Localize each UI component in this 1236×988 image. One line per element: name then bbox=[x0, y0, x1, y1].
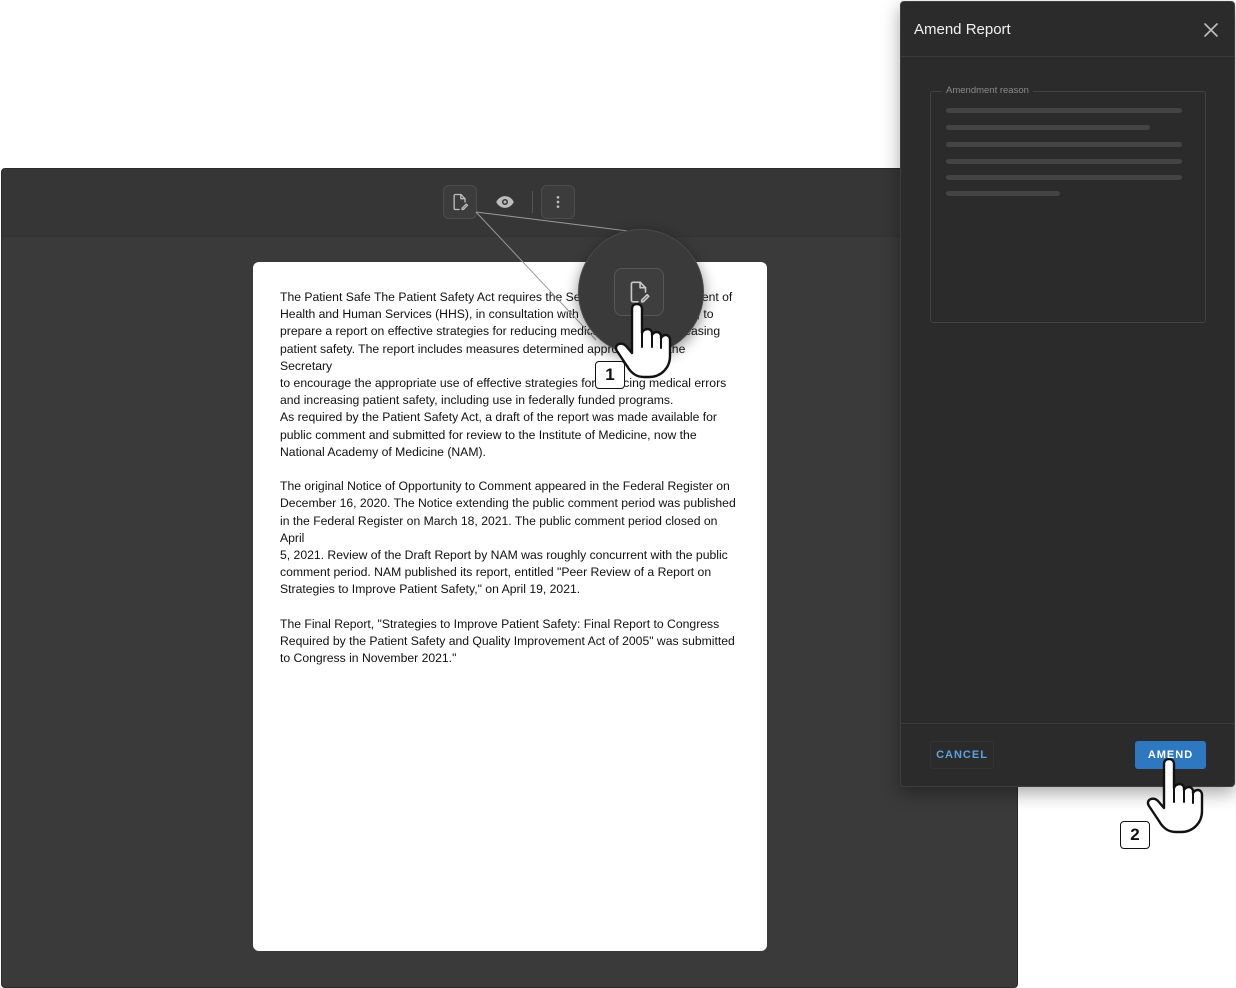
dialog-title: Amend Report bbox=[914, 20, 1011, 38]
placeholder-line bbox=[946, 108, 1182, 113]
eye-icon bbox=[496, 196, 514, 208]
document-viewer: The Patient Safe The Patient Safety Act … bbox=[1, 168, 1018, 988]
document-page: The Patient Safe The Patient Safety Act … bbox=[253, 262, 767, 951]
dialog-footer: CANCEL AMEND bbox=[901, 723, 1234, 786]
placeholder-line bbox=[946, 175, 1182, 180]
file-edit-icon bbox=[453, 193, 469, 211]
amend-button[interactable]: AMEND bbox=[1135, 741, 1206, 769]
placeholder-line bbox=[946, 142, 1182, 147]
more-vertical-icon bbox=[556, 196, 560, 208]
preview-button[interactable] bbox=[488, 185, 522, 219]
placeholder-line bbox=[946, 159, 1182, 164]
amendment-reason-label: Amendment reason bbox=[942, 85, 1033, 97]
document-paragraph: The Final Report, "Strategies to Improve… bbox=[280, 616, 735, 666]
dialog-header: Amend Report bbox=[901, 2, 1234, 57]
amend-document-button-zoomed bbox=[614, 268, 664, 316]
step-badge: 1 bbox=[595, 361, 625, 389]
cancel-button[interactable]: CANCEL bbox=[930, 741, 994, 769]
more-options-button[interactable] bbox=[541, 185, 575, 219]
file-edit-icon bbox=[630, 281, 650, 303]
toolbar-divider bbox=[532, 191, 533, 213]
document-paragraph: The original Notice of Opportunity to Co… bbox=[280, 479, 736, 597]
viewer-toolbar bbox=[2, 169, 1017, 237]
placeholder-line bbox=[946, 191, 1060, 196]
close-icon[interactable] bbox=[1202, 21, 1220, 39]
step-badge: 2 bbox=[1120, 821, 1150, 849]
amendment-reason-field[interactable]: Amendment reason bbox=[930, 85, 1206, 323]
amend-report-dialog: Amend Report Amendment reason CANCEL AME… bbox=[900, 1, 1235, 787]
placeholder-line bbox=[946, 125, 1150, 130]
amend-document-button[interactable] bbox=[443, 185, 477, 219]
